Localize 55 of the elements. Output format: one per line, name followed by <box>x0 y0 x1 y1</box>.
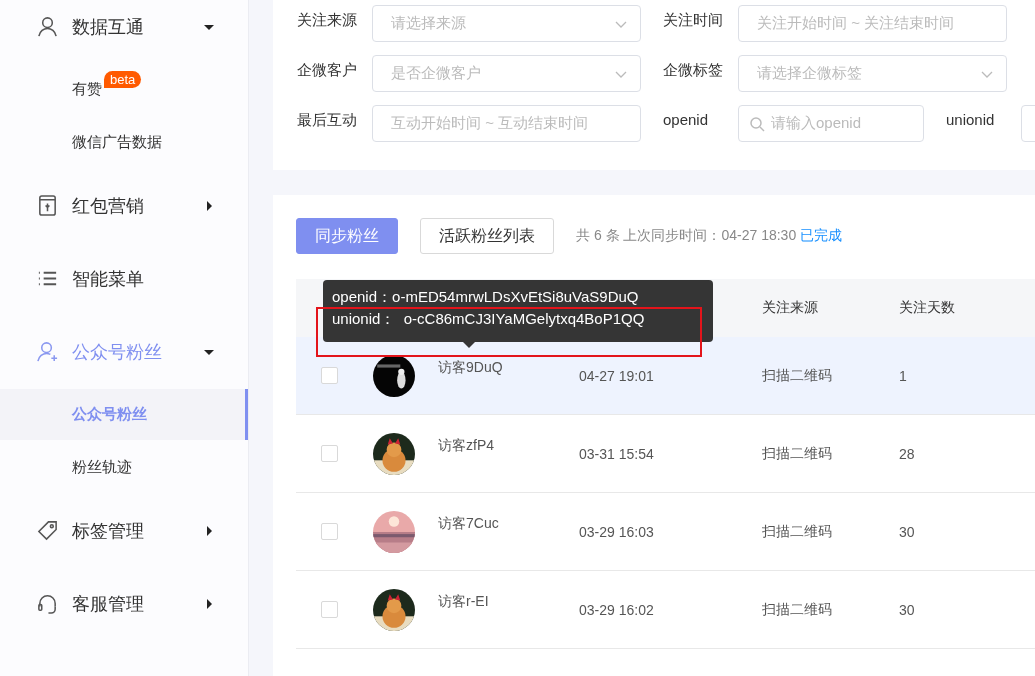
beta-badge: beta <box>104 71 142 88</box>
sidebar-item[interactable]: 数据互通 <box>0 0 248 63</box>
filter-label: 关注来源 <box>297 10 358 30</box>
tooltip-line: unionid： o-cC86mCJ3IYaMGelytxq4BoP1QQ <box>332 309 646 329</box>
table-cell: 03-31 15:54 <box>579 445 654 462</box>
user-icon <box>36 15 59 38</box>
checkbox[interactable] <box>321 367 338 384</box>
filter-label: 最后互动 <box>297 110 358 130</box>
table-cell: 1 <box>899 367 907 384</box>
table-cell: 扫描二维码 <box>762 366 832 383</box>
checkbox[interactable] <box>321 523 338 540</box>
sidebar-item[interactable]: 标签管理 <box>0 494 248 567</box>
list-button[interactable]: 活跃粉丝列表 <box>420 218 554 254</box>
submenu-item[interactable]: 微信广告数据 <box>0 116 248 169</box>
table-cell: 扫描二维码 <box>762 522 832 539</box>
sync-summary: 共 6 条 上次同步时间：04-27 18:30 <box>576 227 797 245</box>
sidebar-item[interactable]: 客服管理 <box>0 567 248 640</box>
sync-status: 已完成 <box>800 227 843 245</box>
column-header: 关注天数 <box>899 299 955 315</box>
column-header: 关注来源 <box>762 299 818 315</box>
table-cell: 30 <box>899 523 915 540</box>
filter-label: 企微客户 <box>297 60 358 80</box>
checkbox[interactable] <box>321 601 338 618</box>
table-cell: 03-29 16:02 <box>579 601 654 618</box>
tooltip-line: openid：o-mED54mrwLDsXvEtSi8uVaS9DuQ <box>332 287 640 307</box>
table-cell: 28 <box>899 445 915 462</box>
search-icon <box>749 115 765 132</box>
table-cell: 扫描二维码 <box>762 600 832 617</box>
fan-name: 访客r-EI <box>438 592 489 611</box>
caret-right-icon <box>204 598 214 609</box>
caret-right-icon <box>204 525 214 536</box>
submenu-item[interactable]: 有赞 beta <box>0 63 248 116</box>
table-cell: 03-29 16:03 <box>579 523 654 540</box>
table-row[interactable]: 访客9DuQ 04-27 19:01 扫描二维码 1 <box>296 337 1035 415</box>
filter-label: 关注时间 <box>663 10 724 30</box>
filter-label: 企微标签 <box>663 60 724 80</box>
sidebar-item[interactable]: 红包营销 <box>0 169 248 242</box>
checkbox[interactable] <box>321 445 338 462</box>
submenu-item[interactable]: 粉丝轨迹 <box>0 441 248 494</box>
table-cell: 扫描二维码 <box>762 444 832 461</box>
table-row[interactable]: 访客zfP4 03-31 15:54 扫描二维码 28 <box>296 415 1035 493</box>
fan-name: 访客zfP4 <box>438 436 494 455</box>
headset-icon <box>36 592 59 615</box>
filter-label: openid <box>663 110 710 128</box>
table-cell: 04-27 19:01 <box>579 367 654 384</box>
caret-right-icon <box>204 200 214 211</box>
tag-icon <box>36 519 59 542</box>
filter-label: unionid <box>946 110 996 128</box>
user-add-icon <box>36 340 59 363</box>
fan-name: 访客7Cuc <box>438 514 499 533</box>
table-row[interactable]: 访客r-EI 03-29 16:02 扫描二维码 30 <box>296 571 1035 649</box>
table-cell: 30 <box>899 601 915 618</box>
fan-name: 访客9DuQ <box>438 358 503 377</box>
sidebar-item[interactable]: 智能菜单 <box>0 242 248 315</box>
table-row[interactable]: 访客7Cuc 03-29 16:03 扫描二维码 30 <box>296 493 1035 571</box>
